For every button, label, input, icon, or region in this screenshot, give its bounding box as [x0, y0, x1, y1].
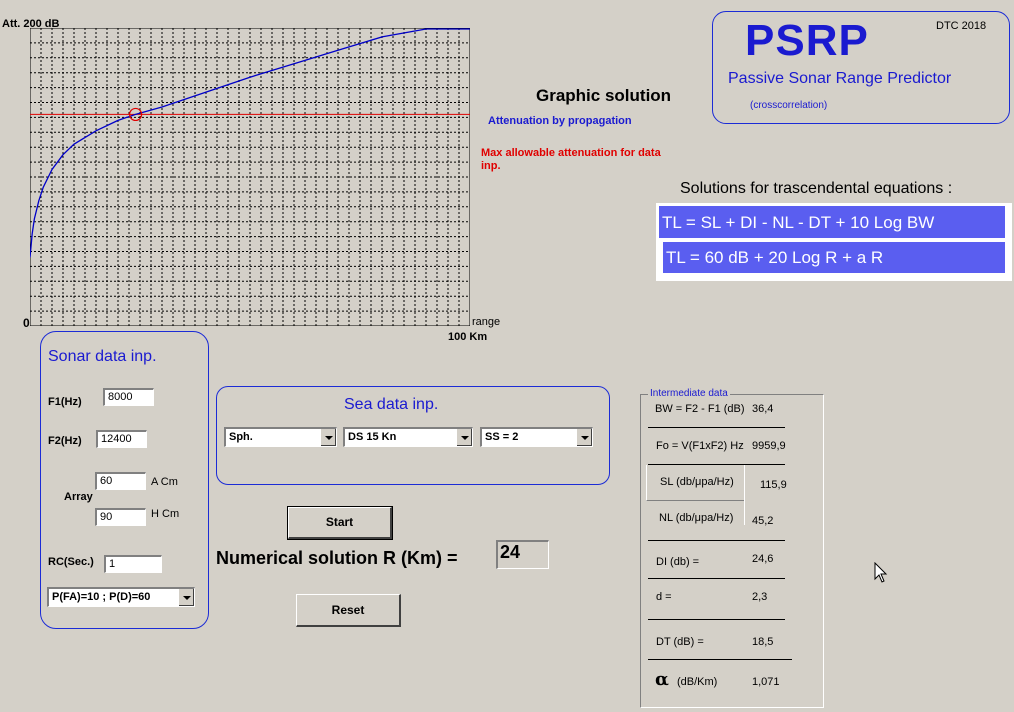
alpha-value: 1,071 — [752, 676, 780, 688]
d-label: d = — [656, 591, 672, 603]
divider — [648, 659, 792, 660]
numerical-solution-label: Numerical solution R (Km) = — [216, 548, 458, 568]
start-button[interactable]: Start — [287, 506, 393, 540]
alpha-label: (dB/Km) — [677, 676, 718, 688]
chevron-down-icon[interactable] — [178, 589, 194, 606]
chevron-down-icon[interactable] — [320, 429, 336, 446]
legend-red-line2: inp. — [481, 160, 501, 172]
spreading-select-value: Sph. — [229, 431, 253, 443]
logo-box: PSRP DTC 2018 Passive Sonar Range Predic… — [712, 11, 1010, 124]
fo-value: 9959,9 — [752, 440, 786, 452]
alpha-symbol: α — [655, 669, 669, 690]
y-axis-zero-label: 0 — [23, 316, 30, 330]
f1-label: F1(Hz) — [48, 396, 82, 408]
divider — [744, 465, 745, 525]
ss-select-value: SS = 2 — [485, 431, 519, 443]
divider — [648, 619, 785, 620]
x-axis-label: range — [472, 316, 501, 328]
logo-subtitle: Passive Sonar Range Predictor — [728, 70, 952, 87]
equation-1-bg: TL = SL + DI - NL - DT + 10 Log BW — [659, 206, 1005, 238]
di-label: DI (db) = — [656, 556, 700, 568]
rc-label: RC(Sec.) — [48, 556, 94, 568]
reset-button[interactable]: Reset — [296, 594, 401, 627]
f1-input[interactable]: 8000 — [103, 388, 154, 406]
divider — [648, 540, 785, 541]
dt-value: 18,5 — [752, 636, 774, 648]
graphic-solution-title: Graphic solution — [536, 86, 672, 105]
equation-1: TL = SL + DI - NL - DT + 10 Log BW — [662, 213, 935, 232]
divider — [648, 578, 785, 579]
bw-label: BW = F2 - F1 (dB) — [655, 403, 745, 415]
equation-2-bg: TL = 60 dB + 20 Log R + a R — [663, 242, 1005, 273]
nl-value: 45,2 — [752, 515, 774, 527]
chevron-down-icon[interactable] — [456, 429, 472, 446]
sea-title: Sea data inp. — [344, 396, 439, 413]
spreading-select[interactable]: Sph. — [224, 427, 337, 447]
chevron-down-icon[interactable] — [576, 429, 592, 446]
rc-input[interactable]: 1 — [104, 555, 162, 573]
sl-label: SL (db/μpa/Hz) — [660, 476, 734, 488]
a-unit-label: A Cm — [151, 476, 178, 488]
attenuation-chart — [30, 28, 470, 326]
logo-title: PSRP — [745, 16, 869, 65]
legend-red-line1: Max allowable attenuation for data — [481, 147, 661, 159]
equations-frame: TL = SL + DI - NL - DT + 10 Log BW TL = … — [656, 203, 1012, 281]
logo-year: DTC 2018 — [936, 20, 987, 32]
x-axis-max-label: 100 Km — [448, 331, 488, 343]
bw-value: 36,4 — [752, 403, 774, 415]
mouse-cursor-icon — [874, 562, 888, 583]
intermediate-title: Intermediate data — [648, 388, 730, 399]
chart-grid — [30, 28, 470, 326]
probability-select-value: P(FA)=10 ; P(D)=60 — [52, 591, 151, 603]
f2-input[interactable]: 12400 — [96, 430, 147, 448]
di-value: 24,6 — [752, 553, 774, 565]
range-result: 24 — [496, 540, 549, 569]
divider — [648, 427, 785, 428]
nl-label: NL (db/μpa/Hz) — [659, 512, 734, 524]
ds-select-value: DS 15 Kn — [348, 431, 397, 443]
logo-note: (crosscorrelation) — [750, 100, 828, 111]
h-unit-label: H Cm — [151, 508, 180, 520]
dt-label: DT (dB) = — [656, 636, 704, 648]
h-input[interactable]: 90 — [95, 508, 146, 526]
sonar-title: Sonar data inp. — [48, 348, 157, 365]
a-input[interactable]: 60 — [95, 472, 146, 490]
ds-select[interactable]: DS 15 Kn — [343, 427, 473, 447]
probability-select[interactable]: P(FA)=10 ; P(D)=60 — [47, 587, 195, 607]
legend-blue: Attenuation by propagation — [488, 115, 632, 127]
ss-select[interactable]: SS = 2 — [480, 427, 593, 447]
sl-value: 115,9 — [760, 479, 787, 491]
array-label: Array — [64, 491, 93, 503]
f2-label: F2(Hz) — [48, 435, 82, 447]
d-value: 2,3 — [752, 591, 768, 603]
equation-2: TL = 60 dB + 20 Log R + a R — [666, 248, 884, 267]
fo-label: Fo = V(F1xF2) Hz — [656, 440, 744, 452]
equations-heading: Solutions for trascendental equations : — [680, 180, 953, 197]
